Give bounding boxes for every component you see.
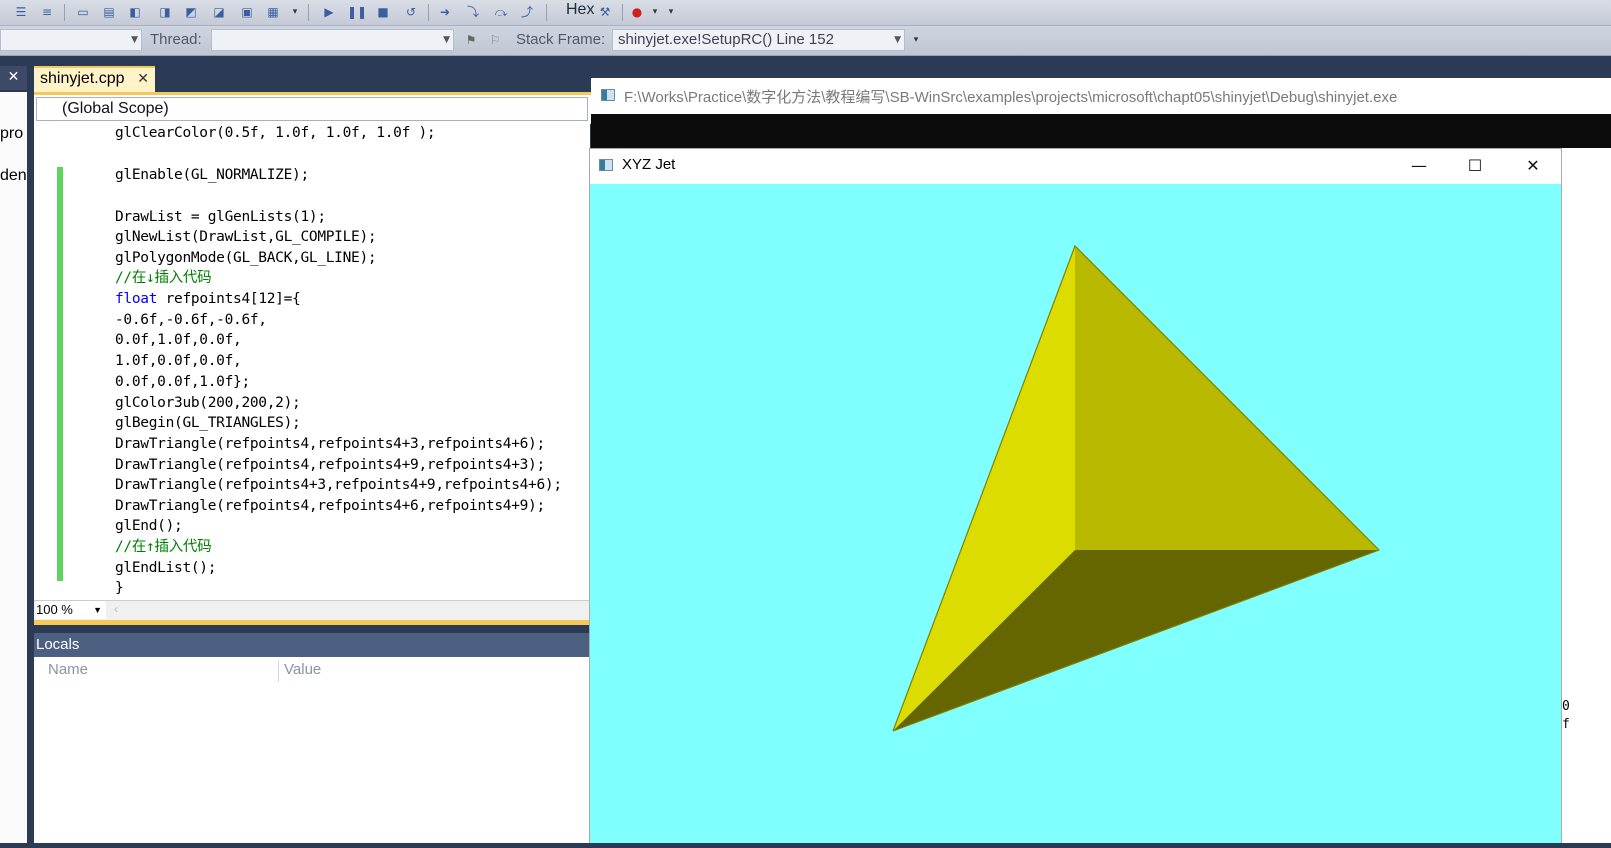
stack-frame-value: shinyjet.exe!SetupRC() Line 152 <box>618 31 834 48</box>
locals-list[interactable] <box>34 683 590 843</box>
code-line: DrawTriangle(refpoints4,refpoints4+3,ref… <box>115 436 545 452</box>
code-line: DrawTriangle(refpoints4+3,refpoints4+9,r… <box>115 477 562 493</box>
tree-item-fragment[interactable]: pro <box>0 125 23 143</box>
code-line: glEndList(); <box>115 560 217 576</box>
code-line: glEnd(); <box>115 518 183 534</box>
code-line: } <box>115 580 124 596</box>
horizontal-scroll-left-icon[interactable]: ‹ <box>114 602 118 616</box>
stack-frame-label: Stack Frame: <box>516 31 606 48</box>
code-line: DrawTriangle(refpoints4,refpoints4+6,ref… <box>115 498 545 514</box>
break-all-icon[interactable]: ❚❚ <box>346 3 367 21</box>
maximize-icon[interactable]: ☐ <box>1452 152 1498 180</box>
toolbar-separator <box>622 4 623 21</box>
flag-thread-icon[interactable]: ⚑ <box>462 31 480 49</box>
column-header-name[interactable]: Name <box>48 661 88 678</box>
solution-explorer-close-button[interactable]: ✕ <box>0 66 27 90</box>
tetrahedron-render <box>892 244 1381 732</box>
process-combo[interactable]: ▼ <box>0 29 142 51</box>
stack-frame-combo[interactable]: shinyjet.exe!SetupRC() Line 152 ▼ <box>612 29 905 51</box>
next-bookmark-folder-icon[interactable]: ◪ <box>210 3 228 21</box>
code-line: glColor3ub(200,200,2); <box>115 395 301 411</box>
locals-window-title[interactable]: Locals <box>34 633 590 657</box>
code-line: float refpoints4[12]={ <box>115 289 301 309</box>
toolbar-overflow-icon[interactable]: ▾ <box>666 3 676 21</box>
code-keyword: float <box>115 291 158 307</box>
code-line: glEnable(GL_NORMALIZE); <box>115 167 309 183</box>
chevron-down-icon: ▼ <box>131 35 138 45</box>
text-fragment: f <box>1562 717 1570 732</box>
standard-toolbar: ☰ ≡ ▭ ▤ ◧ ◨ ◩ ◪ ▣ ▦ ▾ ▶ ❚❚ ■ ↺ ➜ ⤵ ⤼ ⤴ H… <box>0 0 1611 26</box>
breakpoint-window-icon[interactable]: ● <box>628 3 646 21</box>
stop-debugging-icon[interactable]: ■ <box>374 3 392 21</box>
change-tracking-margin <box>57 167 63 581</box>
restart-icon[interactable]: ↺ <box>402 3 420 21</box>
document-tab-label: shinyjet.cpp <box>40 70 125 87</box>
text-fragment: 0 <box>1562 699 1570 714</box>
code-line: DrawList = glGenLists(1); <box>115 209 326 225</box>
chevron-down-icon: ▼ <box>443 35 450 45</box>
flag-all-threads-icon[interactable]: ⚐ <box>486 31 504 49</box>
toolbar-separator <box>428 4 429 21</box>
more-bookmarks-icon[interactable]: ▦ <box>264 3 282 21</box>
step-over-icon[interactable]: ⤼ <box>492 3 510 21</box>
chevron-down-icon: ▼ <box>93 605 102 615</box>
code-line: 0.0f,1.0f,0.0f, <box>115 332 242 348</box>
prev-bookmark-folder-icon[interactable]: ◩ <box>182 3 200 21</box>
hex-display-button[interactable]: Hex <box>566 1 594 19</box>
column-divider[interactable] <box>278 660 279 682</box>
thread-label: Thread: <box>150 31 202 48</box>
outdent-icon[interactable]: ≡ <box>38 3 56 21</box>
column-header-value[interactable]: Value <box>284 661 321 678</box>
close-tab-icon[interactable]: ✕ <box>137 68 149 90</box>
code-line: 1.0f,0.0f,0.0f, <box>115 353 242 369</box>
step-into-icon[interactable]: ⤵ <box>464 3 482 21</box>
console-app-icon <box>601 89 615 101</box>
step-out-icon[interactable]: ⤴ <box>518 3 536 21</box>
code-line: glBegin(GL_TRIANGLES); <box>115 415 301 431</box>
document-tab-shinyjet[interactable]: shinyjet.cpp ✕ <box>34 66 155 92</box>
clear-bookmarks-icon[interactable]: ▣ <box>238 3 256 21</box>
console-title: F:\Works\Practice\数字化方法\教程编写\SB-WinSrc\e… <box>624 89 1398 106</box>
background-text-fragment: 0 f <box>1562 698 1570 734</box>
chevron-down-icon: ▼ <box>894 35 901 45</box>
close-icon[interactable]: ✕ <box>1510 152 1556 180</box>
editor-frame-border <box>34 620 590 625</box>
zoom-value: 100 % <box>36 602 73 617</box>
locals-header-row: Name Value <box>34 657 590 684</box>
bookmark-icon[interactable]: ▤ <box>100 3 118 21</box>
solution-explorer-panel: pro den <box>0 92 27 843</box>
toolbar-separator <box>64 4 65 21</box>
tree-item-fragment[interactable]: den <box>0 167 27 185</box>
dropdown-arrow-icon[interactable]: ▾ <box>650 3 660 21</box>
code-line: -0.6f,-0.6f,-0.6f, <box>115 312 267 328</box>
code-line: DrawTriangle(refpoints4,refpoints4+9,ref… <box>115 457 545 473</box>
indent-icon[interactable]: ☰ <box>12 3 30 21</box>
background-window-edge <box>1562 148 1611 843</box>
show-threads-icon[interactable]: ⚒ <box>596 3 614 21</box>
thread-combo[interactable]: ▼ <box>211 29 454 51</box>
show-next-statement-icon[interactable]: ➜ <box>436 3 454 21</box>
code-line: glNewList(DrawList,GL_COMPILE); <box>115 229 377 245</box>
opengl-canvas[interactable] <box>590 184 1561 843</box>
toolbar-separator <box>546 4 547 21</box>
code-line: glPolygonMode(GL_BACK,GL_LINE); <box>115 250 377 266</box>
continue-icon[interactable]: ▶ <box>320 3 338 21</box>
zoom-combo[interactable]: 100 % ▼ <box>36 601 106 619</box>
minimize-icon[interactable]: — <box>1396 152 1442 180</box>
toolbar-overflow-icon[interactable]: ▾ <box>290 3 300 21</box>
jet-window-title: XYZ Jet <box>622 156 676 173</box>
code-comment: //在↑插入代码 <box>115 539 212 555</box>
debug-location-toolbar: ▼ Thread: ▼ ⚑ ⚐ Stack Frame: shinyjet.ex… <box>0 26 1611 56</box>
toolbar-separator <box>308 4 309 21</box>
prev-bookmark-icon[interactable]: ◧ <box>126 3 144 21</box>
code-text: refpoints4[12]={ <box>165 291 301 307</box>
code-line: glClearColor(0.5f, 1.0f, 1.0f, 1.0f ); <box>115 125 436 141</box>
scope-combo[interactable]: (Global Scope) <box>36 97 588 121</box>
next-bookmark-icon[interactable]: ◨ <box>156 3 174 21</box>
code-comment: //在↓插入代码 <box>115 270 212 286</box>
jet-app-icon <box>599 159 613 171</box>
comment-icon[interactable]: ▭ <box>74 3 92 21</box>
code-line: 0.0f,0.0f,1.0f}; <box>115 374 250 390</box>
toolbar-overflow-icon[interactable]: ▾ <box>910 31 922 49</box>
